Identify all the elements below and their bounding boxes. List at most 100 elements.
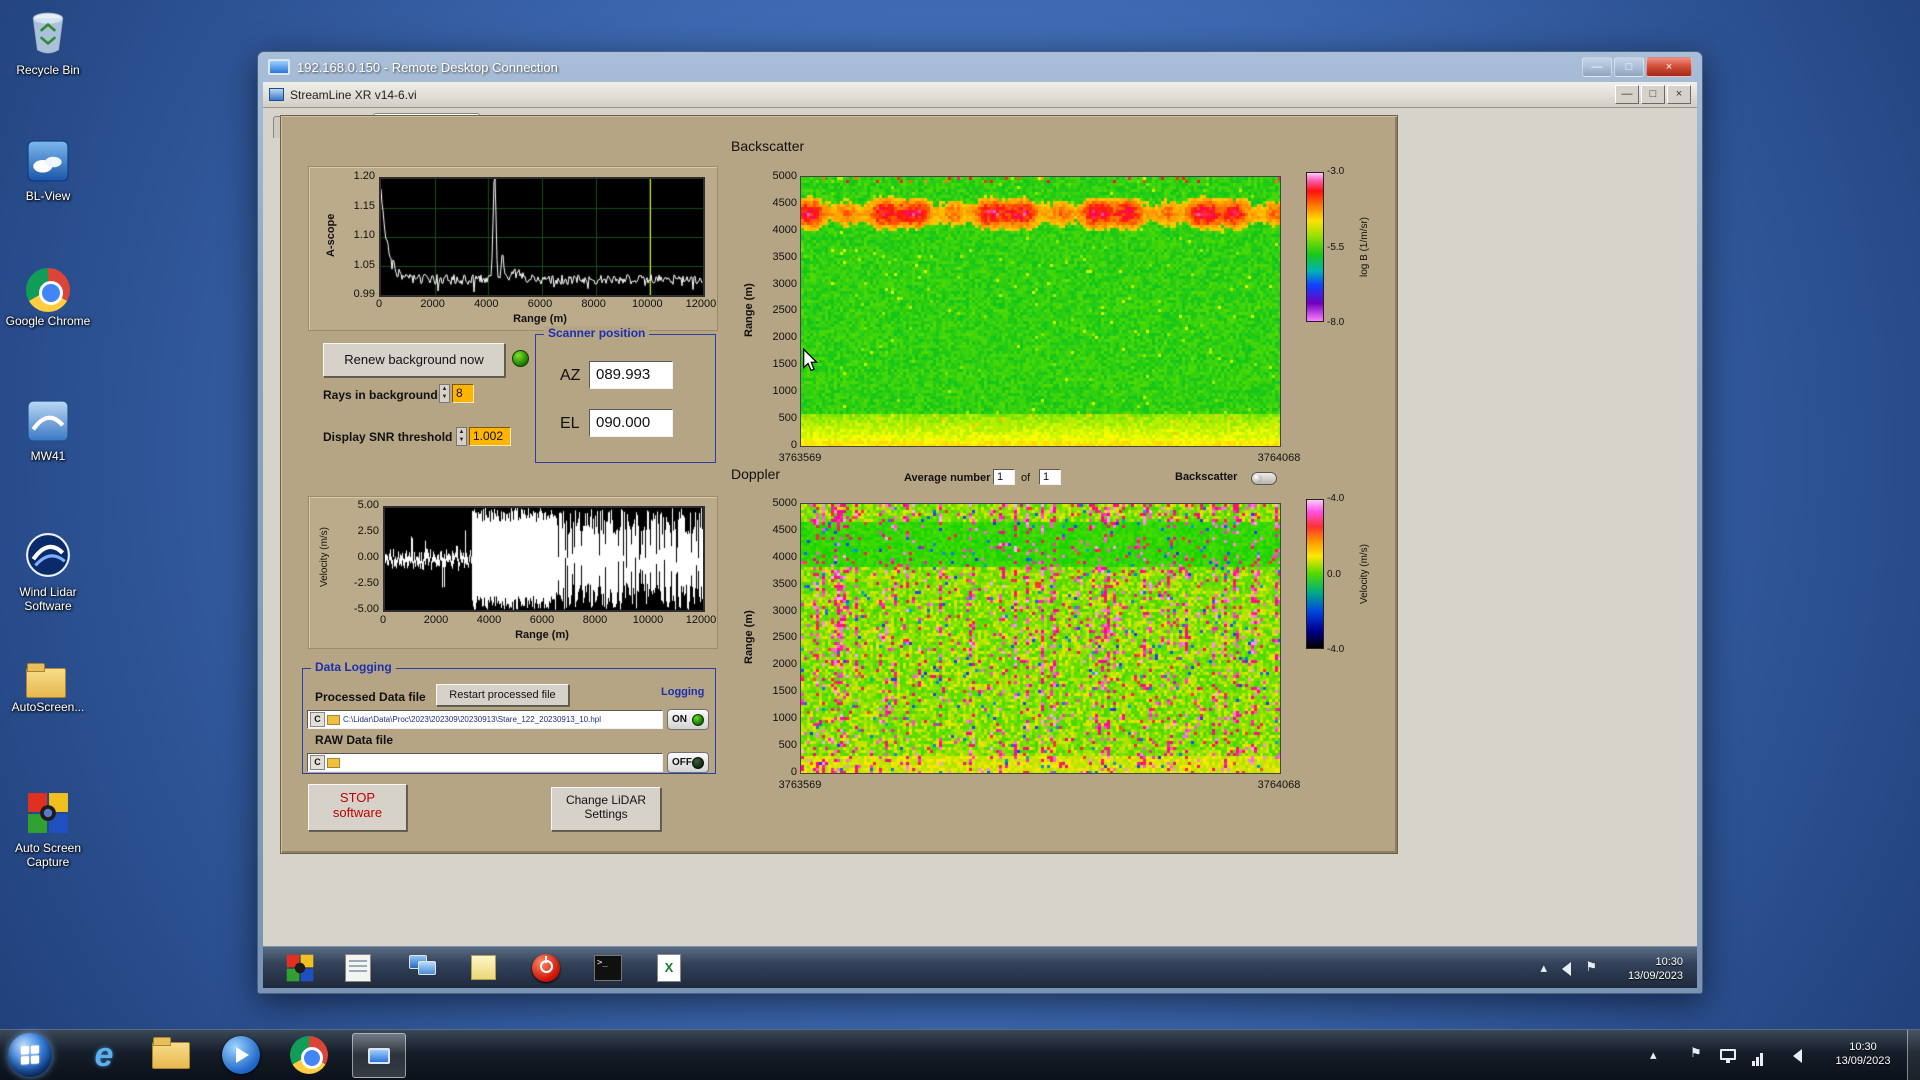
raw-logging-led[interactable]: OFF (667, 752, 709, 773)
media-player-icon[interactable] (222, 1036, 260, 1074)
tray-flag-icon[interactable]: ⚑ (1690, 1045, 1702, 1061)
velocity-plot (383, 506, 705, 612)
drive-icon: C (310, 712, 325, 727)
average-number-field[interactable]: 1 (993, 469, 1015, 485)
screen-capture-taskbar-icon[interactable] (286, 954, 314, 987)
snr-threshold-label: Display SNR threshold (323, 430, 453, 444)
power-icon[interactable] (532, 954, 560, 982)
data-logging-group: Data Logging Processed Data file Restart… (302, 660, 716, 774)
renew-background-led (512, 350, 529, 367)
taskbar-clock[interactable]: 10:30 13/09/2023 (1818, 1040, 1908, 1069)
tray-network-icon[interactable] (1752, 1048, 1764, 1066)
el-label: EL (560, 415, 580, 432)
renew-background-button[interactable]: Renew background now (323, 343, 505, 377)
raw-path-field[interactable]: C (307, 753, 663, 772)
of-label: of (1021, 472, 1031, 484)
doppler-colorbar-label: Velocity (m/s) (1359, 544, 1370, 605)
ie-icon[interactable]: e (84, 1035, 124, 1075)
remote-hidden-icons-caret[interactable]: ▴ (1540, 960, 1547, 976)
velocity-x-ticks: 0 2000 4000 6000 8000 10000 12000 (379, 614, 717, 626)
hidden-icons-caret[interactable]: ▴ (1650, 1047, 1657, 1063)
rdp-titlebar[interactable]: 192.168.0.150 - Remote Desktop Connectio… (258, 52, 1702, 82)
show-desktop-button[interactable] (1907, 1030, 1920, 1080)
browse-folder-icon[interactable] (327, 714, 340, 725)
a-scope-plot (379, 177, 705, 297)
app-minimize-button[interactable]: — (1615, 85, 1639, 104)
spreadsheet-icon[interactable]: X (657, 954, 681, 982)
scanner-position-title: Scanner position (544, 326, 650, 340)
a-scope-y-ticks: 1.20 1.15 1.10 1.05 0.99 (353, 170, 375, 300)
velocity-graph-frame: Velocity (m/s) 5.00 2.50 0.00 -2.50 -5.00 02… (308, 496, 718, 649)
desktop-icon-autoscreen[interactable]: AutoScreen... (0, 660, 96, 715)
remote-clock[interactable]: 10:30 13/09/2023 (1628, 955, 1683, 984)
data-logging-title: Data Logging (311, 660, 396, 674)
raw-data-file-label: RAW Data file (315, 733, 394, 747)
browse-folder-icon[interactable] (327, 757, 340, 768)
app-close-button[interactable]: × (1667, 85, 1691, 104)
average-count-field[interactable]: 1 (1039, 469, 1061, 485)
snr-threshold-field[interactable]: 1.002 (469, 427, 511, 446)
bl-view-icon (0, 140, 96, 187)
rays-in-background-field[interactable]: 8 (452, 384, 474, 403)
desktop-icon-recycle-bin[interactable]: Recycle Bin (0, 10, 96, 78)
tray-volume-icon[interactable] (1784, 1049, 1802, 1063)
scanner-position-group: Scanner position AZ 089.993 EL 090.000 (535, 326, 716, 463)
rdp-minimize-button[interactable]: — (1582, 57, 1612, 77)
explorer-icon[interactable] (152, 1037, 190, 1069)
notes-icon[interactable] (471, 955, 496, 980)
velocity-x-axis-label: Range (m) (515, 629, 569, 641)
doppler-x-first: 3763569 (778, 779, 822, 791)
velocity-y-axis-label: Velocity (m/s) (319, 527, 330, 588)
logging-label: Logging (661, 686, 705, 698)
remote-flag-icon[interactable]: ⚑ (1585, 959, 1597, 975)
rdp-window-title: 192.168.0.150 - Remote Desktop Connectio… (297, 59, 558, 75)
velocity-y-ticks: 5.00 2.50 0.00 -2.50 -5.00 (353, 499, 379, 615)
backscatter-colorbar-label: log B (1/m/sr) (1359, 217, 1370, 278)
rdp-taskbar-item[interactable] (352, 1033, 406, 1078)
rays-spinner[interactable]: ▲ ▼ (439, 384, 450, 403)
rdp-maximize-button[interactable]: □ (1614, 57, 1644, 77)
folder-icon (26, 660, 70, 698)
drive-icon: C (310, 755, 325, 770)
mouse-cursor (802, 347, 819, 377)
doppler-colorbar (1306, 499, 1324, 649)
chrome-taskbar-icon[interactable] (290, 1036, 328, 1074)
app-restore-button[interactable]: □ (1641, 85, 1665, 104)
desktop-icon-screen-capture[interactable]: Auto Screen Capture (0, 792, 96, 870)
backscatter-colorbar-ticks: -3.0 -5.5 -8.0 (1327, 166, 1345, 328)
processed-logging-led[interactable]: ON (667, 709, 709, 730)
desktop-icon-bl-view[interactable]: BL-View (0, 140, 96, 204)
rdp-icon (368, 1047, 390, 1064)
backscatter-x-last: 3764068 (1257, 452, 1301, 464)
desktop-icon-chrome[interactable]: Google Chrome (0, 268, 96, 329)
app-window-title: StreamLine XR v14-6.vi (290, 87, 417, 102)
tiles-icon[interactable] (409, 955, 436, 975)
app-titlebar[interactable]: StreamLine XR v14-6.vi — □ × (263, 82, 1697, 108)
rdp-window-icon (268, 59, 290, 75)
a-scope-x-axis-label: Range (m) (513, 313, 567, 325)
rdp-window: 192.168.0.150 - Remote Desktop Connectio… (257, 51, 1703, 994)
toggle-knob (1253, 474, 1262, 483)
stop-software-button[interactable]: STOP software (308, 784, 407, 831)
app-window-icon (269, 88, 284, 101)
az-field[interactable]: 089.993 (589, 361, 673, 389)
tray-monitor-icon[interactable] (1720, 1049, 1736, 1063)
el-field[interactable]: 090.000 (589, 409, 673, 437)
change-lidar-settings-button[interactable]: Change LiDAR Settings (551, 787, 661, 831)
a-scope-graph-frame: A-scope 1.20 1.15 1.10 1.05 0.99 0 2000 4000 60… (308, 166, 718, 331)
desktop-icon-wind-lidar[interactable]: Wind Lidar Software (0, 532, 96, 614)
console-icon[interactable]: >_ (594, 955, 622, 981)
processed-path-field[interactable]: C C:\Lidar\Data\Proc\2023\202309\2023091… (307, 710, 663, 729)
notepad-icon[interactable] (345, 954, 371, 982)
doppler-y-ticks: 5000 4500 4000 3500 3000 2500 2000 1500 1000 500 0 (772, 497, 797, 778)
restart-processed-file-button[interactable]: Restart processed file (436, 684, 569, 706)
a-scope-y-axis-label: A-scope (325, 213, 337, 257)
start-button[interactable] (8, 1033, 52, 1077)
desktop-icon-mw41[interactable]: MW41 (0, 400, 96, 464)
snr-spinner[interactable]: ▲ ▼ (456, 427, 467, 446)
doppler-heatmap (800, 503, 1281, 774)
processed-path-text: C:\Lidar\Data\Proc\2023\202309\20230913\… (343, 715, 601, 724)
remote-volume-icon[interactable] (1553, 962, 1571, 976)
rdp-close-button[interactable]: × (1646, 57, 1692, 77)
backscatter-doppler-toggle[interactable] (1251, 472, 1277, 485)
